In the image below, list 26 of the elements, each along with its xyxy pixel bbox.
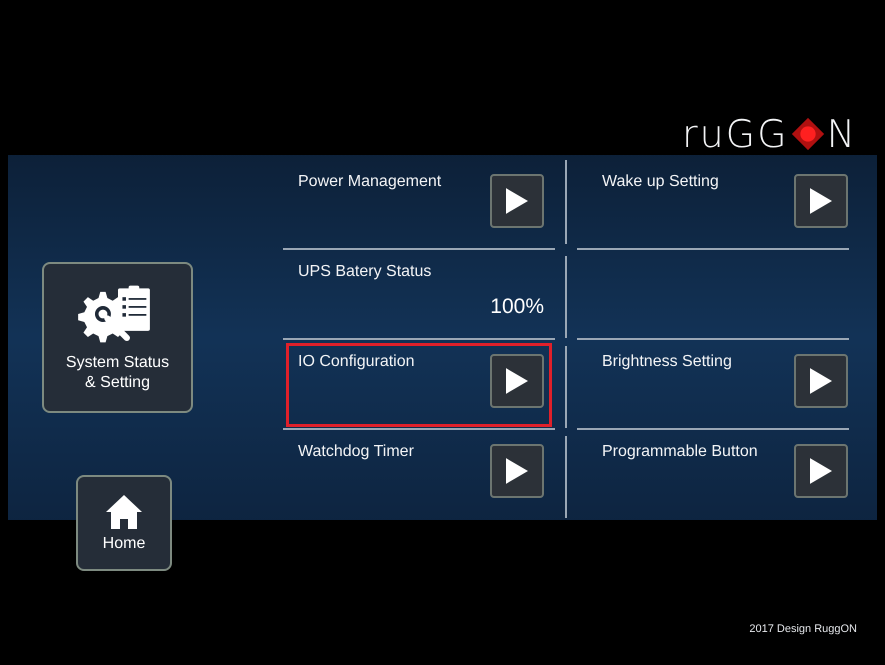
house-icon — [104, 492, 144, 532]
play-button[interactable] — [490, 444, 544, 498]
play-icon — [810, 458, 832, 484]
system-status-button[interactable]: System Status & Setting — [42, 262, 193, 413]
menu-label: Power Management — [298, 172, 442, 190]
play-icon — [810, 368, 832, 394]
menu-label: Brightness Setting — [602, 352, 732, 370]
menu-label: Watchdog Timer — [298, 442, 414, 460]
play-icon — [810, 188, 832, 214]
battery-value: 100% — [490, 294, 544, 320]
play-button[interactable] — [794, 444, 848, 498]
logo-diamond-icon — [790, 117, 825, 151]
play-button[interactable] — [490, 354, 544, 408]
play-button[interactable] — [794, 174, 848, 228]
play-icon — [506, 458, 528, 484]
menu-label: IO Configuration — [298, 352, 415, 370]
play-button[interactable] — [794, 354, 848, 408]
menu-label: UPS Batery Status — [298, 262, 432, 280]
play-icon — [506, 188, 528, 214]
copyright-text: 2017 Design RuggON — [749, 622, 857, 637]
home-button[interactable]: Home — [76, 475, 172, 571]
play-icon — [506, 368, 528, 394]
ruggon-logo: ruGG N — [682, 115, 857, 153]
menu-label: Wake up Setting — [602, 172, 719, 190]
play-button[interactable] — [490, 174, 544, 228]
menu-label: Programmable Button — [602, 442, 758, 460]
